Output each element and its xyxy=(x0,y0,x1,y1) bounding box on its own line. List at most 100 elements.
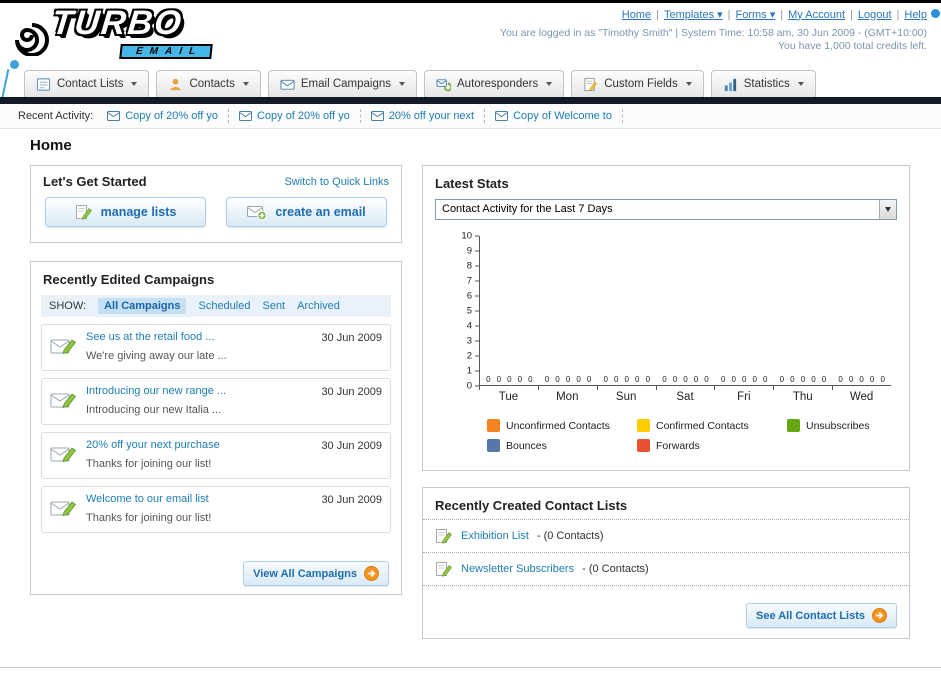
y-axis-tick: 8 xyxy=(467,261,479,272)
tab-email-campaigns[interactable]: Email Campaigns xyxy=(267,70,417,97)
tab-label: Email Campaigns xyxy=(300,78,391,90)
legend-label: Unsubscribes xyxy=(806,419,870,432)
legend-swatch xyxy=(637,439,650,452)
envelope-icon xyxy=(370,111,384,121)
filter-scheduled[interactable]: Scheduled xyxy=(198,300,250,312)
swirl-logo-icon xyxy=(15,23,49,56)
nav-logout-link[interactable]: Logout xyxy=(858,9,892,21)
campaign-row[interactable]: See us at the retail food ... We're givi… xyxy=(41,324,391,371)
nav-forms-link[interactable]: Forms ▾ xyxy=(736,8,776,21)
chart-plot-area: 00000 00000 00000 00000 00000 00000 00000 xyxy=(479,236,891,386)
tab-label: Custom Fields xyxy=(604,78,678,90)
view-all-campaigns-label: View All Campaigns xyxy=(253,567,357,580)
tab-custom-fields[interactable]: Custom Fields xyxy=(571,70,704,97)
campaign-row[interactable]: Introducing our new range ... Introducin… xyxy=(41,378,391,425)
y-axis-tick: 0 xyxy=(467,381,479,392)
chart-value-group: 00000 xyxy=(720,375,768,384)
activity-link[interactable]: Copy of Welcome to xyxy=(513,110,612,122)
chart-value-group: 00000 xyxy=(779,375,827,384)
statistics-icon xyxy=(724,78,736,91)
nav-home-link[interactable]: Home xyxy=(622,9,651,21)
y-axis-tick: 7 xyxy=(467,276,479,287)
tab-statistics[interactable]: Statistics xyxy=(710,70,816,97)
autoresponders-icon xyxy=(436,78,451,91)
campaign-row[interactable]: 20% off your next purchase Thanks for jo… xyxy=(41,432,391,479)
contact-list-link[interactable]: Newsletter Subscribers xyxy=(461,563,574,575)
legend-swatch xyxy=(637,419,650,432)
campaign-row[interactable]: Welcome to our email list Thanks for joi… xyxy=(41,486,391,533)
campaign-subtitle: We're giving away our late ... xyxy=(86,350,227,362)
chevron-down-icon xyxy=(546,82,553,86)
tab-contacts[interactable]: Contacts xyxy=(156,70,261,97)
contact-list-count: - (0 Contacts) xyxy=(536,530,604,542)
campaign-date: 30 Jun 2009 xyxy=(321,440,382,452)
contacts-icon xyxy=(170,78,182,90)
create-email-button[interactable]: create an email xyxy=(226,197,387,227)
nav-divider-bar xyxy=(0,97,941,104)
credits-info: You have 1,000 total credits left. xyxy=(777,40,927,52)
filter-sent[interactable]: Sent xyxy=(262,300,285,312)
legend-item: Unsubscribes xyxy=(787,419,937,432)
campaign-date: 30 Jun 2009 xyxy=(321,332,382,344)
chart-value-group: 00000 xyxy=(486,375,533,384)
envelope-icon xyxy=(495,111,509,121)
view-all-campaigns-button[interactable]: View All Campaigns xyxy=(243,561,389,586)
envelope-pencil-icon xyxy=(50,339,77,355)
campaign-subtitle: Thanks for joining our list! xyxy=(86,458,212,470)
see-all-contact-lists-button[interactable]: See All Contact Lists xyxy=(745,603,897,628)
tab-label: Statistics xyxy=(743,78,790,90)
chevron-down-icon xyxy=(131,82,138,86)
logo-subtext: EMAIL xyxy=(119,44,213,59)
tab-label: Contacts xyxy=(189,78,235,90)
nav-templates-link[interactable]: Templates ▾ xyxy=(664,8,723,21)
activity-link[interactable]: 20% off your next xyxy=(389,110,474,122)
recent-activity-item[interactable]: Copy of 20% off yo xyxy=(97,109,229,123)
y-axis-tick: 1 xyxy=(467,366,479,377)
legend-item: Forwards xyxy=(637,439,787,452)
legend-swatch xyxy=(487,439,500,452)
campaign-filter-bar: SHOW: All Campaigns Scheduled Sent Archi… xyxy=(41,295,391,317)
tab-contact-lists[interactable]: Contact Lists xyxy=(24,70,150,97)
recent-activity-item[interactable]: 20% off your next xyxy=(361,109,486,123)
filter-archived[interactable]: Archived xyxy=(297,300,340,312)
nav-help-link[interactable]: Help xyxy=(904,9,927,21)
chevron-down-icon xyxy=(685,82,692,86)
arrow-right-circle-icon xyxy=(872,608,887,623)
contact-list-link[interactable]: Exhibition List xyxy=(461,530,529,542)
legend-item: Confirmed Contacts xyxy=(637,419,787,432)
pencil-paper-icon xyxy=(75,205,92,220)
divider xyxy=(728,9,731,21)
recent-activity-item[interactable]: Copy of 20% off yo xyxy=(229,109,361,123)
main-nav-tabs: Contact Lists Contacts Email Campaigns A… xyxy=(0,66,941,97)
activity-link[interactable]: Copy of 20% off yo xyxy=(125,110,218,122)
activity-link[interactable]: Copy of 20% off yo xyxy=(257,110,350,122)
chart-groups: 00000 00000 00000 00000 00000 00000 00000 xyxy=(480,375,891,384)
contact-list-row[interactable]: Exhibition List - (0 Contacts) xyxy=(423,519,909,552)
switch-quick-links-link[interactable]: Switch to Quick Links xyxy=(284,176,389,188)
turbo-email-logo[interactable]: TURBO EMAIL xyxy=(8,4,213,59)
tab-autoresponders[interactable]: Autoresponders xyxy=(424,70,565,97)
header: TURBO EMAIL Home Templates ▾ Forms ▾ My … xyxy=(0,3,941,111)
email-campaigns-icon xyxy=(280,79,295,90)
stats-period-select[interactable]: Contact Activity for the Last 7 Days xyxy=(435,199,897,220)
legend-label: Bounces xyxy=(506,439,547,452)
contact-lists-icon xyxy=(36,77,51,91)
arrow-right-circle-icon xyxy=(364,566,379,581)
recent-activity-label: Recent Activity: xyxy=(18,110,94,122)
manage-lists-label: manage lists xyxy=(100,205,177,219)
manage-lists-button[interactable]: manage lists xyxy=(45,197,206,227)
recent-activity-item[interactable]: Copy of Welcome to xyxy=(485,109,623,123)
y-axis-tick: 3 xyxy=(467,336,479,347)
filter-all-campaigns[interactable]: All Campaigns xyxy=(98,298,187,314)
create-email-label: create an email xyxy=(275,205,366,219)
contact-list-row[interactable]: Newsletter Subscribers - (0 Contacts) xyxy=(423,552,909,586)
legend-item: Unconfirmed Contacts xyxy=(487,419,637,432)
chart-x-labels: Tue Mon Sun Sat Fri Thu Wed xyxy=(479,386,891,403)
campaign-date: 30 Jun 2009 xyxy=(321,494,382,506)
divider xyxy=(780,9,783,21)
page-title: Home xyxy=(30,137,72,154)
chevron-down-icon xyxy=(399,82,405,86)
chevron-down-icon xyxy=(797,82,804,86)
nav-my-account-link[interactable]: My Account xyxy=(788,9,845,21)
campaign-subtitle: Introducing our new Italia ... xyxy=(86,404,222,416)
